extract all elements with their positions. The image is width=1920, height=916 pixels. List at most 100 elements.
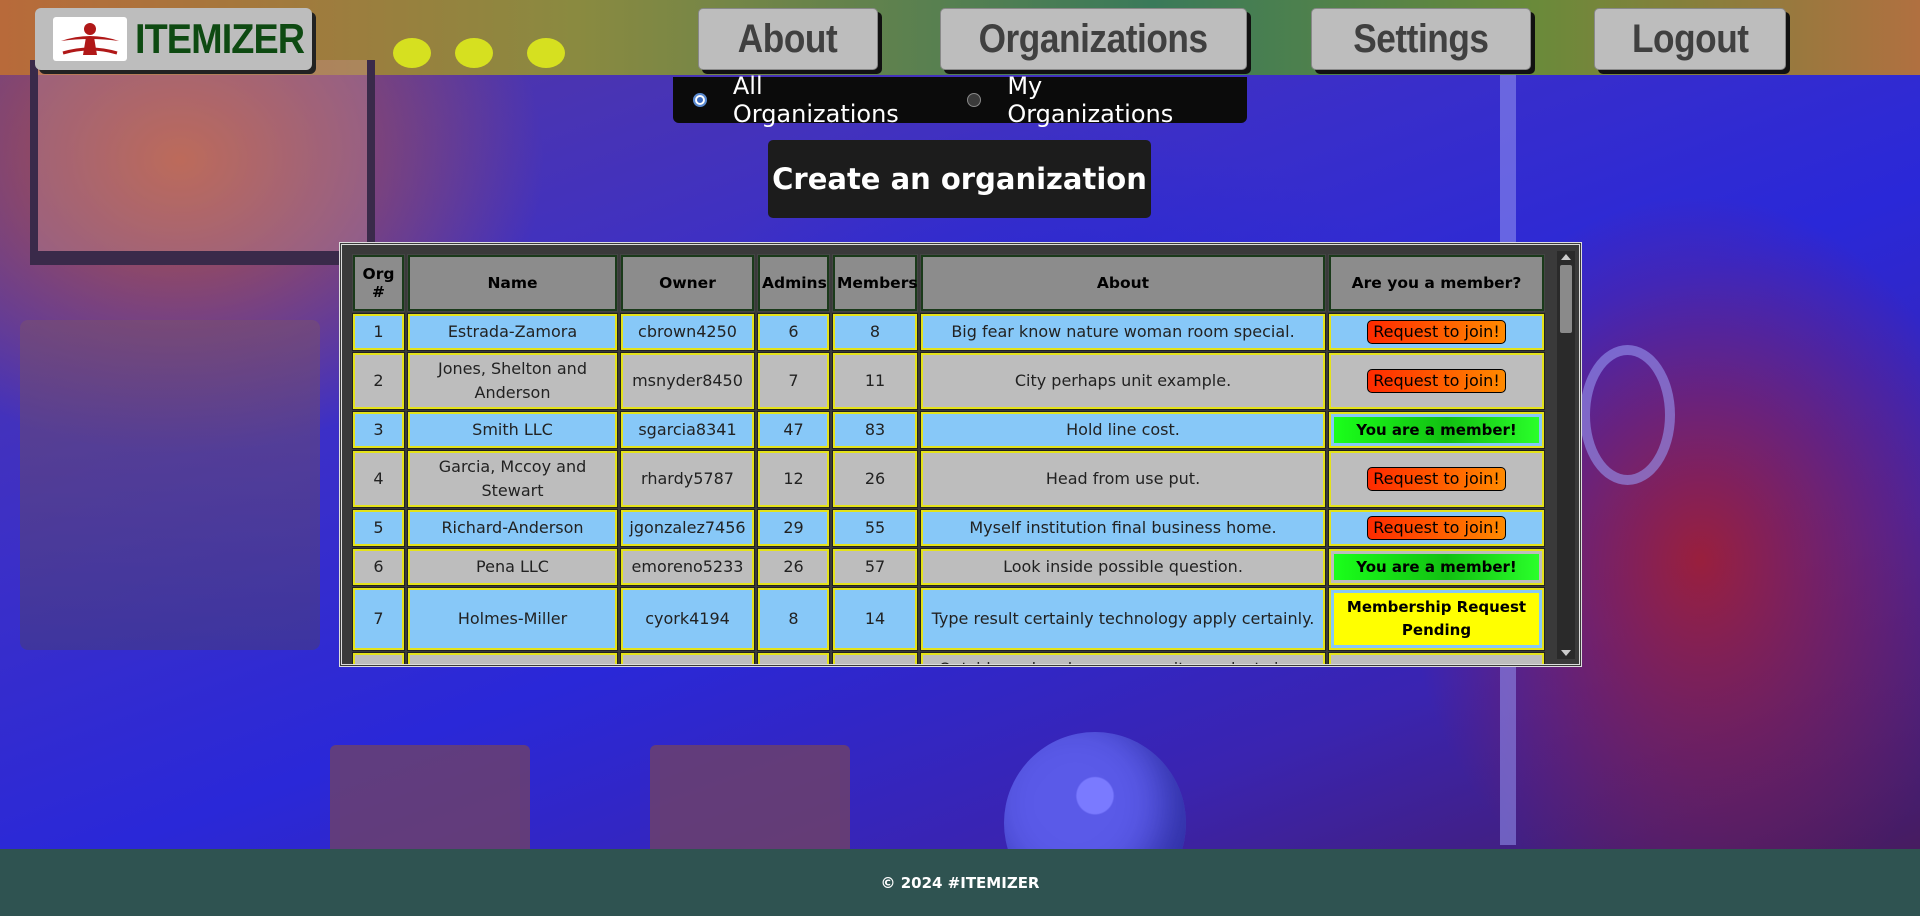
membership-cell: Request to join!: [1328, 352, 1545, 410]
nav-about-button[interactable]: About: [698, 8, 878, 70]
owner-cell: emoreno5233: [620, 548, 755, 586]
table-row[interactable]: 8Powers-Browntgordon43312641Outside unde…: [352, 652, 1545, 664]
admins-cell: 12: [757, 450, 830, 508]
owner-cell: msnyder8450: [620, 352, 755, 410]
table-row[interactable]: 5 Richard-Anderson jgonzalez7456 29 55 Myself…: [352, 509, 1545, 547]
request-to-join-button[interactable]: Request to join!: [1367, 369, 1506, 393]
nav-logout-label: Logout: [1631, 16, 1749, 61]
column-header-org-number[interactable]: Org #: [352, 254, 405, 312]
org-number-cell: 8: [352, 652, 405, 664]
request-to-join-button[interactable]: Request to join!: [1367, 320, 1506, 344]
column-header-about[interactable]: About: [920, 254, 1326, 312]
request-to-join-button[interactable]: Request to join!: [1367, 467, 1506, 491]
table-row[interactable]: 1 Estrada-Zamora cbrown4250 6 8 Big fear know…: [352, 313, 1545, 351]
all-organizations-label[interactable]: All Organizations: [733, 72, 934, 128]
admins-cell: 6: [757, 313, 830, 351]
org-number-cell: 4: [352, 450, 405, 508]
org-number-cell: 3: [352, 411, 405, 449]
organizations-table: Org # Name Owner Admins Members About Ar…: [349, 252, 1548, 664]
background-printer: [20, 320, 320, 650]
about-cell: Type result certainly technology apply c…: [920, 587, 1326, 651]
membership-cell: Request to join!: [1328, 509, 1545, 547]
members-cell: 55: [832, 509, 918, 547]
scroll-thumb[interactable]: [1560, 265, 1572, 333]
members-cell: 8: [832, 313, 918, 351]
members-cell: 11: [832, 352, 918, 410]
admins-cell: 8: [757, 587, 830, 651]
nav-logout-button[interactable]: Logout: [1594, 8, 1786, 70]
table-row[interactable]: 4 Garcia, Mccoy and Stewart rhardy5787 12 26…: [352, 450, 1545, 508]
organizations-table-panel: Org # Name Owner Admins Members About Ar…: [339, 242, 1582, 667]
name-cell: Pena LLC: [407, 548, 618, 586]
organization-filter: All Organizations My Organizations: [673, 72, 1247, 128]
scroll-down-arrow-icon[interactable]: [1561, 650, 1571, 656]
org-number-cell: 2: [352, 352, 405, 410]
scroll-up-arrow-icon[interactable]: [1561, 254, 1571, 260]
about-cell: Myself institution final business home.: [920, 509, 1326, 547]
background-sign: [30, 60, 375, 265]
owner-cell: tgordon4331: [620, 652, 755, 664]
nav-about-label: About: [738, 16, 838, 61]
column-header-members[interactable]: Members: [832, 254, 918, 312]
name-cell: Jones, Shelton and Anderson: [407, 352, 618, 410]
nav-organizations-label: Organizations: [979, 16, 1208, 61]
org-number-cell: 1: [352, 313, 405, 351]
nav-settings-label: Settings: [1353, 16, 1489, 61]
owner-cell: cbrown4250: [620, 313, 755, 351]
table-row[interactable]: 2 Jones, Shelton and Anderson msnyder8450 7…: [352, 352, 1545, 410]
owner-cell: rhardy5787: [620, 450, 755, 508]
tennis-ball-decoration: [393, 38, 431, 68]
column-header-name[interactable]: Name: [407, 254, 618, 312]
org-number-cell: 7: [352, 587, 405, 651]
membership-cell: Request to join!: [1328, 313, 1545, 351]
about-cell: Look inside possible question.: [920, 548, 1326, 586]
name-cell: Holmes-Miller: [407, 587, 618, 651]
nav-organizations-button[interactable]: Organizations: [940, 8, 1247, 70]
name-cell: Powers-Brown: [407, 652, 618, 664]
owner-cell: sgarcia8341: [620, 411, 755, 449]
admins-cell: 29: [757, 509, 830, 547]
admins-cell: 7: [757, 352, 830, 410]
about-cell: Hold line cost.: [920, 411, 1326, 449]
membership-cell: You are a member!: [1328, 652, 1545, 664]
table-scrollbar[interactable]: [1557, 251, 1575, 659]
column-header-owner[interactable]: Owner: [620, 254, 755, 312]
member-status-badge: You are a member!: [1334, 554, 1539, 580]
name-cell: Estrada-Zamora: [407, 313, 618, 351]
table-row[interactable]: 3 Smith LLC sgarcia8341 47 83 Hold line cost.…: [352, 411, 1545, 449]
about-cell: City perhaps unit example.: [920, 352, 1326, 410]
background-ring: [1580, 345, 1675, 485]
footer: © 2024 #ITEMIZER: [0, 849, 1920, 916]
admins-cell: 47: [757, 411, 830, 449]
background-stool: [650, 745, 850, 855]
membership-cell: Request to join!: [1328, 450, 1545, 508]
about-cell: Big fear know nature woman room special.: [920, 313, 1326, 351]
owner-cell: jgonzalez7456: [620, 509, 755, 547]
column-header-membership[interactable]: Are you a member?: [1328, 254, 1545, 312]
table-row[interactable]: 7 Holmes-Miller cyork4194 8 14 Type result ce…: [352, 587, 1545, 651]
table-row[interactable]: 6 Pena LLC emoreno5233 26 57 Look inside poss…: [352, 548, 1545, 586]
name-cell: Smith LLC: [407, 411, 618, 449]
membership-cell: You are a member!: [1328, 411, 1545, 449]
request-to-join-button[interactable]: Request to join!: [1367, 516, 1506, 540]
members-cell: 14: [832, 587, 918, 651]
create-organization-button[interactable]: Create an organization: [768, 140, 1151, 218]
logo-emblem-icon: [53, 17, 127, 61]
membership-cell: Membership Request Pending: [1328, 587, 1545, 651]
footer-copyright: © 2024 #ITEMIZER: [880, 873, 1040, 892]
my-organizations-radio[interactable]: [967, 93, 982, 107]
owner-cell: cyork4194: [620, 587, 755, 651]
column-header-admins[interactable]: Admins: [757, 254, 830, 312]
org-number-cell: 6: [352, 548, 405, 586]
org-number-cell: 5: [352, 509, 405, 547]
name-cell: Garcia, Mccoy and Stewart: [407, 450, 618, 508]
nav-settings-button[interactable]: Settings: [1311, 8, 1531, 70]
my-organizations-label[interactable]: My Organizations: [1007, 72, 1213, 128]
membership-cell: You are a member!: [1328, 548, 1545, 586]
table-header-row: Org # Name Owner Admins Members About Ar…: [352, 254, 1545, 312]
brand-logo[interactable]: ITEMIZER: [35, 8, 312, 70]
members-cell: 83: [832, 411, 918, 449]
about-cell: Outside under glass community product si…: [920, 652, 1326, 664]
admins-cell: 26: [757, 652, 830, 664]
all-organizations-radio[interactable]: [693, 93, 707, 107]
